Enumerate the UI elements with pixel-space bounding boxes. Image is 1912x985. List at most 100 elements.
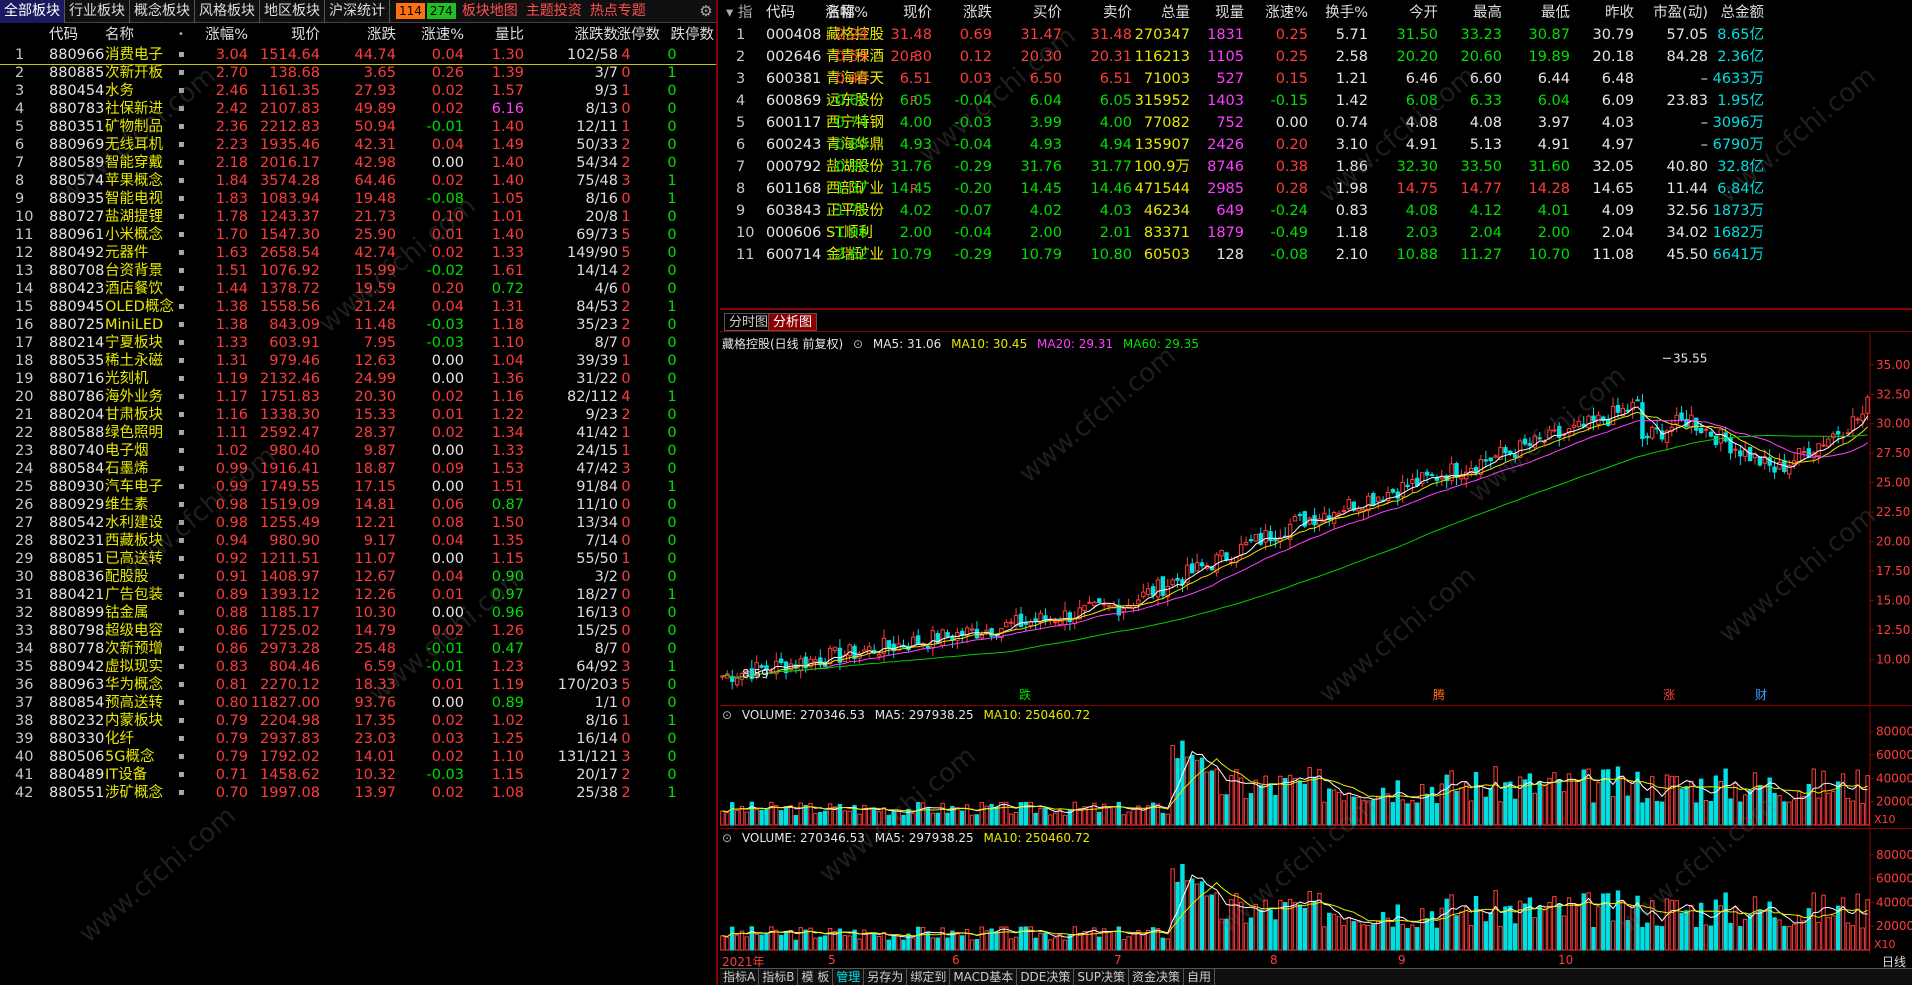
sector-row[interactable]: 35 880942 虚拟现实 0.83 804.46 6.59 -0.01 1.23 64/92…: [0, 658, 716, 676]
sector-row[interactable]: 30 880836 配股股 0.91 1408.97 12.67 0.04 0.90 3/2 ▪ 0…: [0, 568, 716, 586]
sector-row[interactable]: 26 880929 维生素 0.98 1519.09 14.81 0.06 0.87 11/10…: [0, 496, 716, 514]
sector-row[interactable]: 21 880204 甘肃板块 1.16 1338.30 15.33 0.01 1.22 9/23…: [0, 406, 716, 424]
sector-row[interactable]: 4 880783 社保新进 2.42 2107.83 49.89 0.02 6.16 8/13 ▪…: [0, 100, 716, 118]
col-limit-down[interactable]: 跌停数: [671, 24, 715, 46]
col-ask[interactable]: 卖价: [1103, 2, 1132, 24]
col-index-toggle[interactable]: ▾ 指: [726, 2, 752, 24]
col-change-pct[interactable]: 涨幅%: [825, 2, 868, 24]
tab-all-sectors[interactable]: 全部板块: [0, 0, 65, 23]
tab-macd[interactable]: MACD基本: [950, 969, 1018, 985]
sector-row[interactable]: 23 880740 电子烟 1.02 980.40 9.87 0.00 1.33 24/15 ▪ 1…: [0, 442, 716, 460]
sector-row[interactable]: 41 880489 IT设备 0.71 1458.62 10.32 -0.03 1.15 20/…: [0, 766, 716, 784]
stock-row[interactable]: 3 600381 青海春天 0.46 6.51 0.03 6.50 6.51 71003 527 0…: [720, 68, 1912, 90]
col-pe[interactable]: 市盈(动): [1653, 2, 1708, 24]
sector-row[interactable]: 36 880963 华为概念 0.81 2270.12 18.33 0.01 1.19 170/…: [0, 676, 716, 694]
sector-row[interactable]: 24 880584 石墨烯 0.99 1916.41 18.87 0.09 1.53 47/42…: [0, 460, 716, 478]
sector-row[interactable]: 10 880727 盐湖提锂 1.78 1243.37 21.73 0.10 1.01 20/8…: [0, 208, 716, 226]
settings-icon[interactable]: ⊙: [853, 337, 863, 351]
col-volume[interactable]: 总量: [1161, 2, 1190, 24]
sector-row[interactable]: 13 880708 台资背景 1.51 1076.92 15.99 -0.02 1.61 14/…: [0, 262, 716, 280]
stock-row[interactable]: 11 600714 金瑞矿业 -2.62 10.79 -0.29 10.79 10.80 605…: [720, 244, 1912, 266]
tab-indicator-a[interactable]: 指标A: [720, 969, 760, 985]
sector-row[interactable]: 27 880542 水利建设 0.98 1255.49 12.21 0.08 1.50 13/3…: [0, 514, 716, 532]
sector-row[interactable]: 32 880899 钴金属 0.88 1185.17 10.30 0.00 0.96 16/13…: [0, 604, 716, 622]
tab-theme-invest[interactable]: 主题投资: [522, 0, 586, 23]
sector-row[interactable]: 14 880423 酒店餐饮 1.44 1378.72 19.59 0.20 0.72 4/6 ▪…: [0, 280, 716, 298]
tab-fund[interactable]: 资金决策: [1129, 969, 1185, 985]
tab-dde[interactable]: DDE决策: [1017, 969, 1075, 985]
stock-row[interactable]: 10 000606 ST顺利 -1.96 2.00 -0.04 2.00 2.01 83371 1…: [720, 222, 1912, 244]
tab-analysis[interactable]: 分析图: [768, 313, 818, 331]
col-change-pct[interactable]: 涨幅%: [205, 24, 248, 46]
sector-row[interactable]: 6 880969 无线耳机 2.23 1935.46 42.31 0.04 1.49 50/33…: [0, 136, 716, 154]
tab-bind-to[interactable]: 绑定到: [907, 969, 951, 985]
col-turnover[interactable]: 换手%: [1325, 2, 1368, 24]
col-cur-vol[interactable]: 现量: [1215, 2, 1244, 24]
sector-row[interactable]: 17 880214 宁夏板块 1.33 603.91 7.95 -0.03 1.10 8/7 ▪ 0…: [0, 334, 716, 352]
sector-row[interactable]: 39 880330 化纤 0.79 2937.83 23.03 0.03 1.25 16/14 ▪…: [0, 730, 716, 748]
kline-chart[interactable]: 35.00 32.50 30.00 27.50 25.00 22.50 20.00 17.50…: [720, 333, 1912, 705]
tab-custom[interactable]: 自用: [1184, 969, 1216, 985]
sector-row[interactable]: 3 880454 水务 2.46 1161.35 27.93 0.02 1.57 9/3 ▪ 1 0: [0, 82, 716, 100]
col-code[interactable]: 代码: [49, 24, 78, 46]
sector-row[interactable]: 15 880945 OLED概念 1.38 1558.56 21.24 0.04 1.31 84…: [0, 298, 716, 316]
sector-row[interactable]: 5 880351 矿物制品 2.36 2212.83 50.94 -0.01 1.40 12/1…: [0, 118, 716, 136]
tab-region[interactable]: 地区板块: [260, 0, 325, 23]
settings-icon[interactable]: ⊙: [722, 708, 732, 722]
sector-row[interactable]: 33 880798 超级电容 0.86 1725.02 14.79 0.02 1.26 15/2…: [0, 622, 716, 640]
tab-sector-map[interactable]: 板块地图: [458, 0, 522, 23]
sector-row[interactable]: 28 880231 西藏板块 0.94 980.90 9.17 0.04 1.35 7/14 ▪ 0…: [0, 532, 716, 550]
col-updown[interactable]: 涨跌数: [575, 24, 619, 46]
sector-row[interactable]: 11 880961 小米概念 1.70 1547.30 25.90 0.01 1.40 69/7…: [0, 226, 716, 244]
tab-stats[interactable]: 沪深统计: [325, 0, 390, 23]
col-vol-ratio[interactable]: 量比: [495, 24, 524, 46]
stock-row[interactable]: 6 600243 青海华鼎 -0.80 4.93 -0.04 4.93 4.94 135907 2…: [720, 134, 1912, 156]
sector-row[interactable]: 20 880786 海外业务 1.17 1751.83 20.30 0.02 1.16 82/1…: [0, 388, 716, 406]
col-name[interactable]: 名称: [105, 24, 134, 46]
volume-chart-2[interactable]: 80000 60000 40000 20000 X10 ⊙ VOLUME: 270346…: [720, 828, 1912, 954]
sector-row[interactable]: 8 880574 苹果概念 1.84 3574.28 64.46 0.02 1.40 75/48…: [0, 172, 716, 190]
stock-row[interactable]: 5 600117 西宁特钢 -0.74 4.00 -0.03 3.99 4.00 77082 75…: [720, 112, 1912, 134]
stock-row[interactable]: 4 600869 远东股份 R -0.66 6.05 -0.04 6.04 6.05 315952…: [720, 90, 1912, 112]
sector-row[interactable]: 19 880716 光刻机 1.19 2132.46 24.99 0.00 1.36 31/22…: [0, 370, 716, 388]
sector-row[interactable]: 31 880421 广告包装 0.89 1393.12 12.26 0.01 0.97 18/2…: [0, 586, 716, 604]
stock-row[interactable]: 1 000408 藏格控股 2.24 31.48 0.69 31.47 31.48 270347…: [720, 24, 1912, 46]
col-open[interactable]: 今开: [1409, 2, 1438, 24]
sector-row[interactable]: 16 880725 MiniLED 1.38 843.09 11.48 -0.03 1.18 3…: [0, 316, 716, 334]
sector-row[interactable]: 7 880589 智能穿戴 2.18 2016.17 42.98 0.00 1.40 54/34…: [0, 154, 716, 172]
gear-icon[interactable]: ⚙: [694, 2, 716, 20]
col-price[interactable]: 现价: [291, 24, 320, 46]
col-low[interactable]: 最低: [1541, 2, 1570, 24]
stock-row[interactable]: 7 000792 盐湖股份 -0.90 31.76 -0.29 31.76 31.77 100.…: [720, 156, 1912, 178]
sector-row[interactable]: 34 880778 次新预增 0.86 2973.28 25.48 -0.01 0.47 8/7…: [0, 640, 716, 658]
tab-hot-topics[interactable]: 热点专题: [586, 0, 650, 23]
tab-sup[interactable]: SUP决策: [1074, 969, 1130, 985]
sector-row[interactable]: 38 880232 内蒙板块 0.79 2204.98 17.35 0.02 1.02 8/16…: [0, 712, 716, 730]
sector-row[interactable]: 40 880506 5G概念 0.79 1792.02 14.01 0.02 1.10 131/…: [0, 748, 716, 766]
settings-icon[interactable]: ⊙: [722, 831, 732, 845]
tab-manage[interactable]: 管理: [833, 969, 865, 985]
tab-concept[interactable]: 概念板块: [130, 0, 195, 23]
col-speed[interactable]: 涨速%: [1265, 2, 1308, 24]
sector-row[interactable]: 18 880535 稀土永磁 1.31 979.46 12.63 0.00 1.04 39/39…: [0, 352, 716, 370]
col-high[interactable]: 最高: [1473, 2, 1502, 24]
col-code[interactable]: 代码: [766, 2, 795, 24]
col-change[interactable]: 涨跌: [963, 2, 992, 24]
tab-save-as[interactable]: 另存为: [864, 969, 908, 985]
sector-row[interactable]: 42 880551 涉矿概念 0.70 1997.08 13.97 0.02 1.08 25/3…: [0, 784, 716, 802]
tab-template[interactable]: 模 板: [798, 969, 834, 985]
sector-row[interactable]: 29 880851 已高送转 0.92 1211.51 11.07 0.00 1.15 55/5…: [0, 550, 716, 568]
col-prev-close[interactable]: 昨收: [1605, 2, 1634, 24]
col-speed[interactable]: 涨速%: [421, 24, 464, 46]
col-amount[interactable]: 总金额: [1721, 2, 1765, 24]
sector-row[interactable]: 22 880588 绿色照明 1.11 2592.47 28.37 0.02 1.34 41/4…: [0, 424, 716, 442]
col-change[interactable]: 涨跌: [367, 24, 396, 46]
col-bid[interactable]: 买价: [1033, 2, 1062, 24]
sector-row[interactable]: 25 880930 汽车电子 0.99 1749.55 17.15 0.00 1.51 91/8…: [0, 478, 716, 496]
stock-row[interactable]: 9 603843 正平股份 -1.71 4.02 -0.07 4.02 4.03 46234 64…: [720, 200, 1912, 222]
volume-chart-1[interactable]: 80000 60000 40000 20000 X10 ⊙ VOLUME: 270346…: [720, 705, 1912, 829]
sector-row[interactable]: 9 880935 智能电视 1.83 1083.94 19.48 -0.08 1.05 8/16…: [0, 190, 716, 208]
col-limit-up[interactable]: 涨停数: [617, 24, 661, 46]
tab-industry[interactable]: 行业板块: [65, 0, 130, 23]
stock-row[interactable]: 8 601168 西部矿业 R -1.37 14.45 -0.20 14.45 14.46 471…: [720, 178, 1912, 200]
